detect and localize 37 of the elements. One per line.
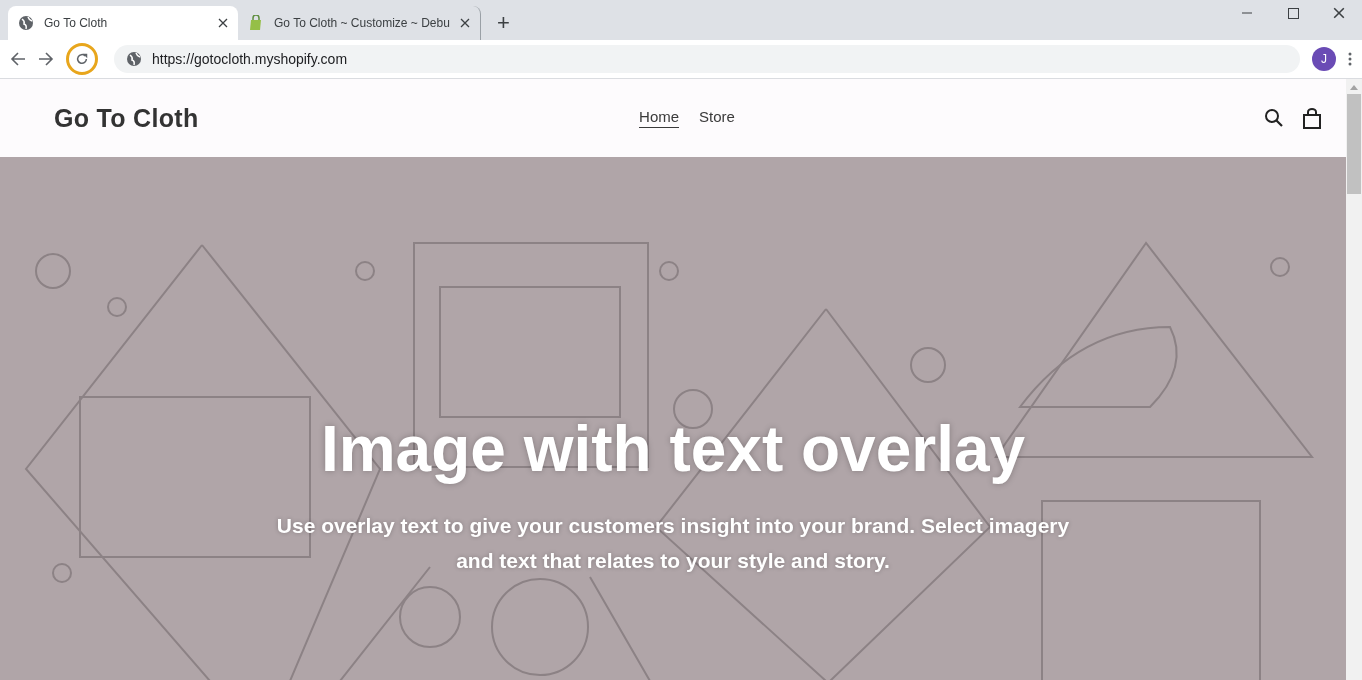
back-button[interactable] — [10, 51, 26, 67]
shopping-bag-icon — [1302, 107, 1322, 129]
close-icon — [218, 18, 228, 28]
reload-icon — [75, 52, 89, 66]
menu-button[interactable] — [1348, 52, 1352, 66]
forward-button[interactable] — [38, 51, 54, 67]
tab-title: Go To Cloth ~ Customize ~ Debu — [274, 16, 450, 30]
hero-heading: Image with text overlay — [320, 412, 1026, 486]
forward-arrow-icon — [38, 51, 54, 67]
tab-title: Go To Cloth — [44, 16, 109, 30]
globe-icon — [126, 51, 142, 67]
back-arrow-icon — [10, 51, 26, 67]
search-icon — [1264, 108, 1284, 128]
store-logo[interactable]: Go To Cloth — [54, 103, 334, 133]
scrollbar-thumb[interactable] — [1347, 94, 1361, 194]
scroll-up-icon — [1350, 85, 1358, 90]
scrollbar[interactable] — [1346, 79, 1362, 680]
minimize-icon — [1242, 12, 1252, 14]
globe-icon — [18, 15, 34, 31]
url-text: https://gotocloth.myshopify.com — [152, 51, 348, 67]
search-button[interactable] — [1264, 107, 1284, 129]
new-tab-button[interactable]: + — [490, 10, 516, 36]
close-tab-button[interactable] — [218, 18, 228, 28]
cart-button[interactable] — [1302, 107, 1322, 129]
nav-link[interactable]: Store — [699, 108, 735, 128]
reload-button[interactable] — [66, 43, 98, 75]
hero-text: Use overlay text to give your customers insight into your brand. Select imagery and text that relates to your style and story. — [275, 513, 1071, 574]
menu-dots-icon — [1348, 52, 1352, 66]
nav-link[interactable]: Home — [639, 108, 680, 128]
address-bar[interactable]: https://gotocloth.myshopify.com — [114, 45, 1300, 73]
close-tab-button[interactable] — [459, 18, 470, 28]
shopping-bag-icon — [248, 15, 264, 31]
profile-avatar[interactable]: J — [1312, 47, 1336, 71]
close-icon — [459, 18, 470, 28]
browser-tab[interactable]: Go To Cloth — [8, 6, 238, 40]
close-icon — [1333, 7, 1345, 19]
maximize-icon — [1287, 7, 1299, 19]
